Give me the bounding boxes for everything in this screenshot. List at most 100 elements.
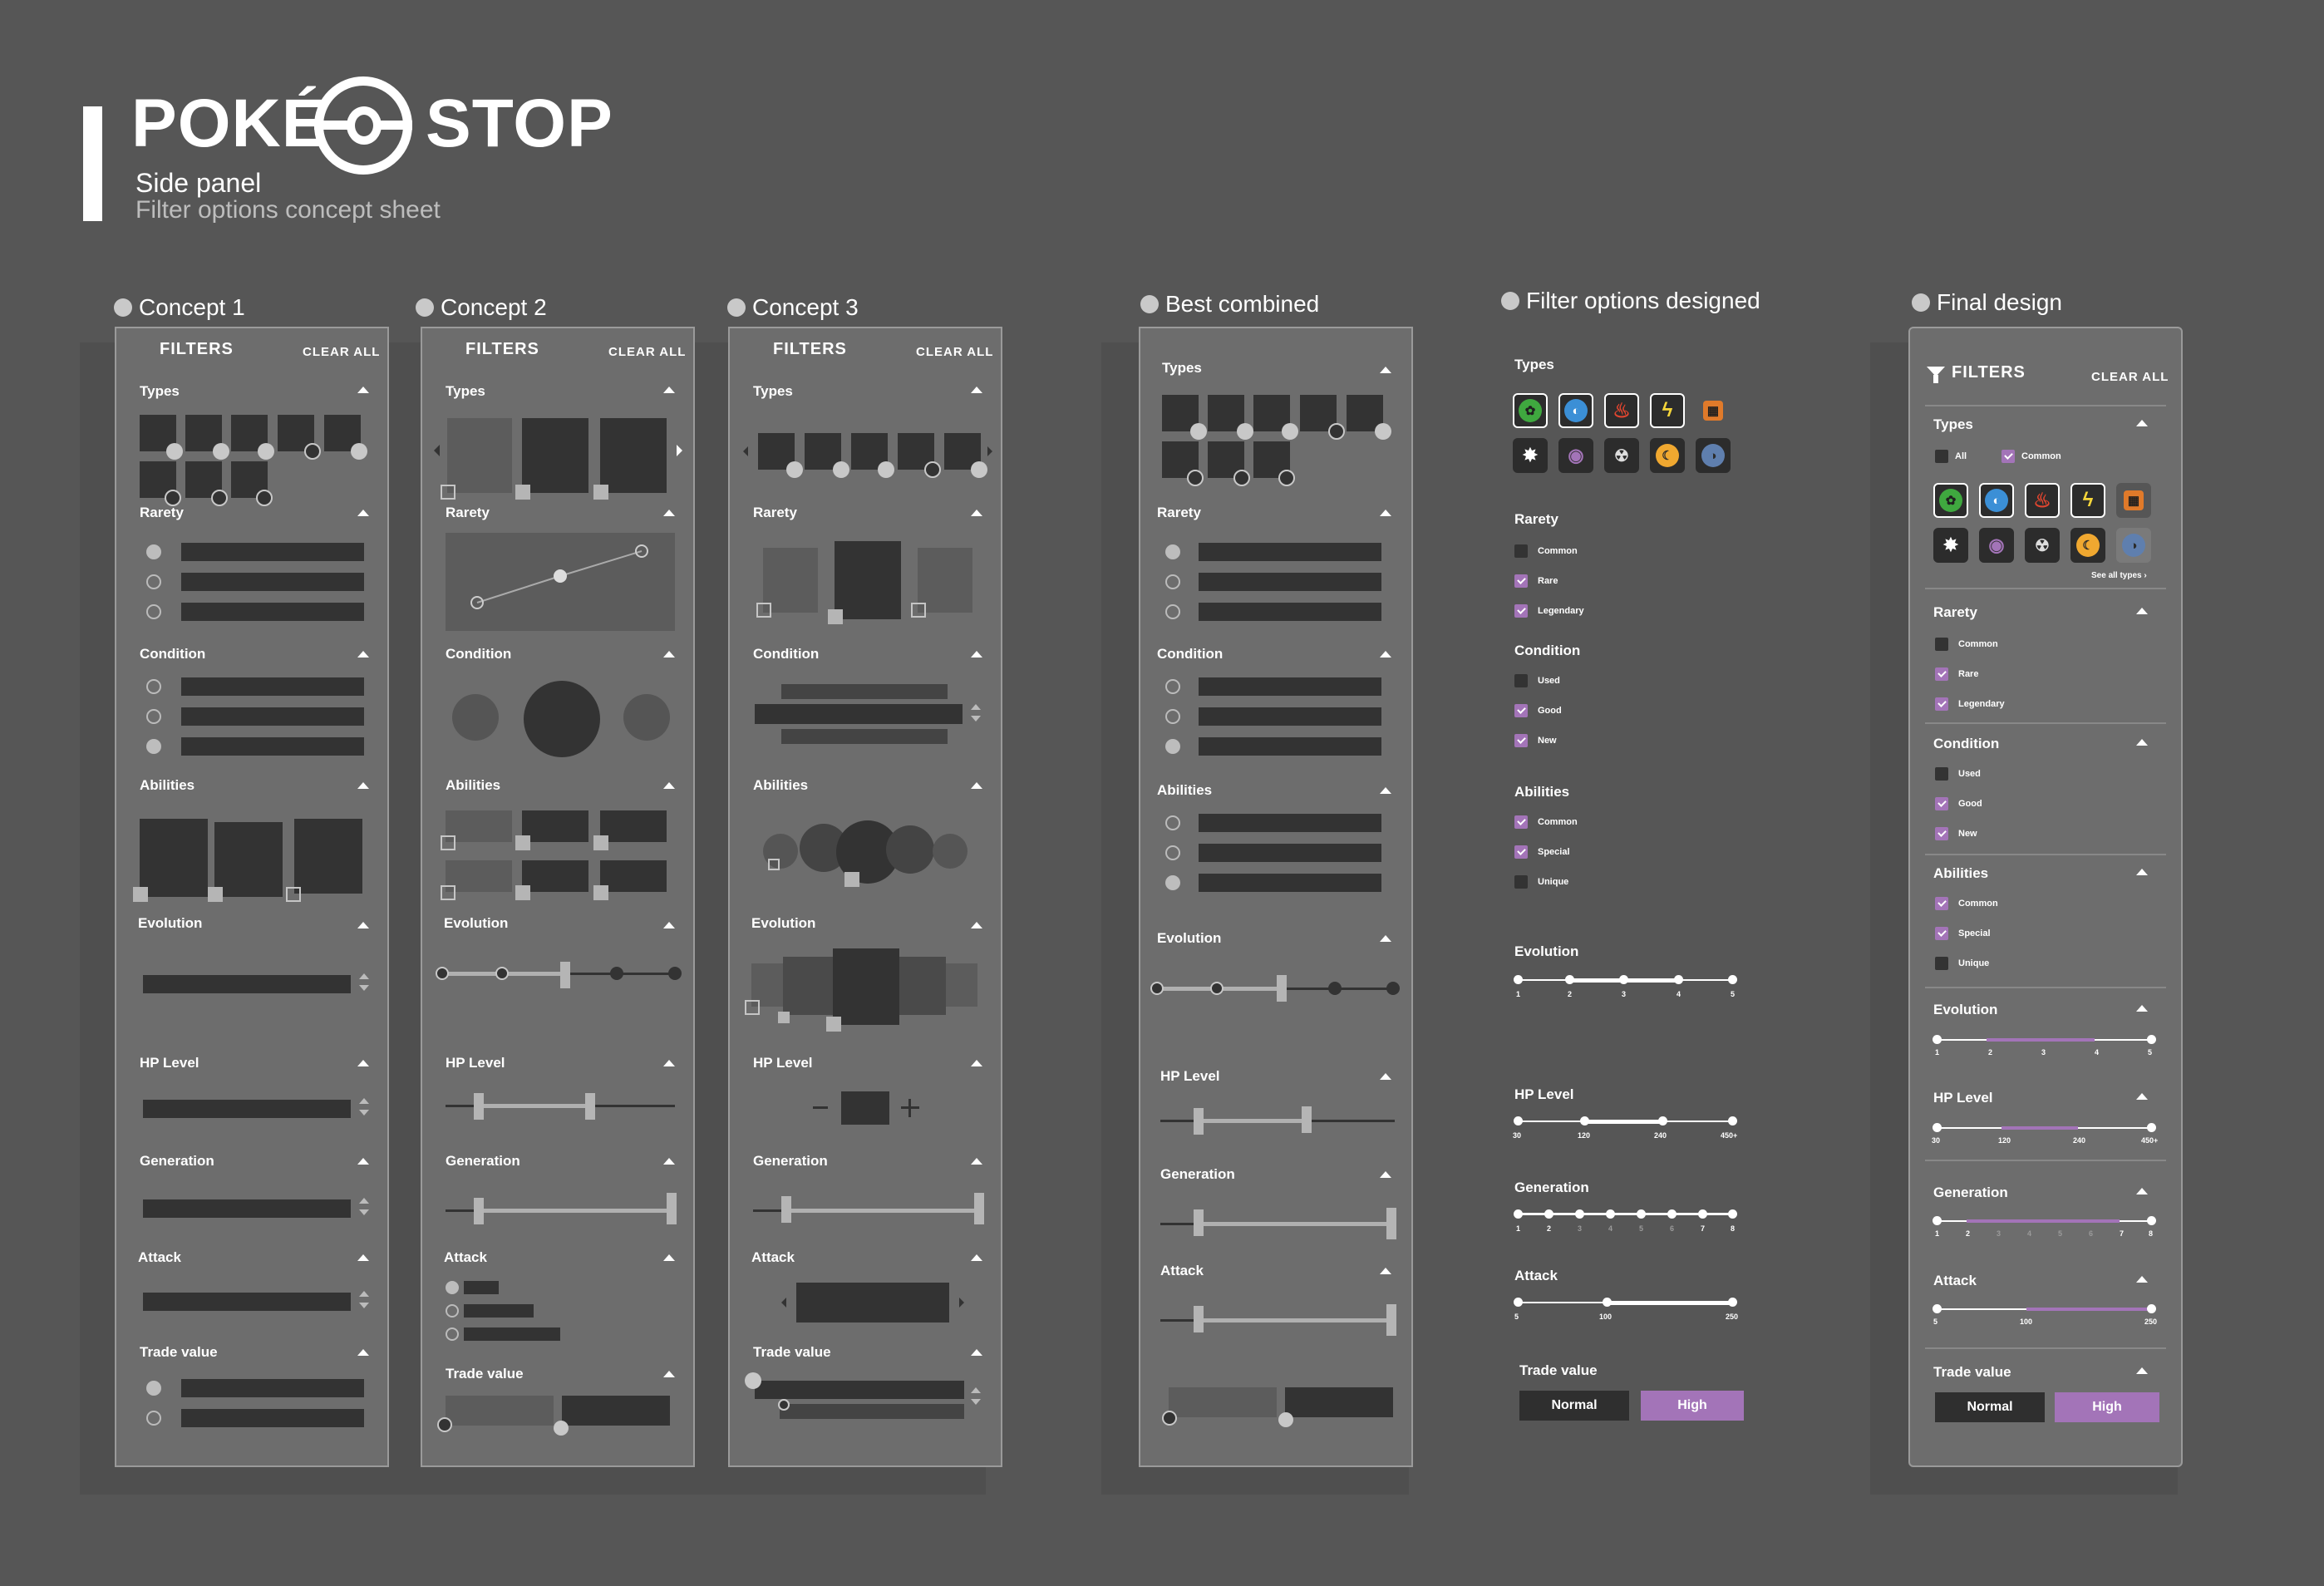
abilities-checkbox-common[interactable]: [1935, 897, 1948, 910]
evolution-stop[interactable]: [1728, 975, 1737, 984]
carousel-next-icon[interactable]: [987, 446, 992, 456]
water-type-icon[interactable]: ◐: [1558, 393, 1593, 428]
type-toggle[interactable]: [256, 490, 273, 506]
type-toggle[interactable]: [165, 490, 181, 506]
collapse-icon[interactable]: [2136, 420, 2148, 426]
abilities-checkbox-unique[interactable]: [1935, 957, 1948, 970]
type-tile[interactable]: [522, 418, 588, 493]
minus-icon[interactable]: [813, 1106, 828, 1109]
checkbox[interactable]: [515, 885, 530, 900]
hp-stop[interactable]: [1933, 1123, 1942, 1132]
clear-all-button[interactable]: CLEAR ALL: [2091, 370, 2169, 384]
generation-stop[interactable]: [1606, 1209, 1615, 1219]
generation-stop[interactable]: [2147, 1216, 2156, 1225]
radio[interactable]: [146, 544, 161, 559]
type-toggle[interactable]: [211, 490, 228, 506]
rarety-checkbox-rare[interactable]: [1514, 574, 1528, 588]
slider-thumb[interactable]: [974, 1193, 984, 1224]
checkbox[interactable]: [286, 887, 301, 902]
trade-option[interactable]: [562, 1396, 670, 1426]
trade-high-button[interactable]: High: [1641, 1391, 1744, 1421]
checkbox[interactable]: [745, 1000, 760, 1015]
type-toggle[interactable]: [351, 443, 367, 460]
collapse-icon[interactable]: [971, 387, 982, 393]
type-toggle[interactable]: [258, 443, 274, 460]
condition-option[interactable]: [524, 681, 600, 757]
trade-toggle[interactable]: [554, 1421, 569, 1436]
collapse-icon[interactable]: [357, 651, 369, 658]
collapse-icon[interactable]: [1380, 1073, 1391, 1080]
slider-stop[interactable]: [668, 967, 682, 980]
slider-thumb[interactable]: [1194, 1108, 1204, 1135]
type-toggle[interactable]: [786, 461, 803, 478]
collapse-icon[interactable]: [663, 782, 675, 789]
psychic-type-icon[interactable]: ◉: [1979, 528, 2014, 563]
ability-tile[interactable]: [294, 819, 362, 894]
trade-normal-button[interactable]: Normal: [1935, 1392, 2045, 1422]
carousel-next-icon[interactable]: [677, 445, 682, 456]
collapse-icon[interactable]: [971, 510, 982, 516]
checkbox[interactable]: [844, 872, 859, 887]
collapse-icon[interactable]: [663, 1254, 675, 1261]
collapse-icon[interactable]: [1380, 510, 1391, 516]
collapse-icon[interactable]: [357, 1254, 369, 1261]
collapse-icon[interactable]: [2136, 739, 2148, 746]
types-all-checkbox[interactable]: [1935, 450, 1948, 463]
trade-toggle[interactable]: [1162, 1411, 1177, 1426]
trade-option[interactable]: [755, 1381, 964, 1399]
ability-tile[interactable]: [600, 860, 667, 892]
checkbox[interactable]: [515, 835, 530, 850]
ability-tile[interactable]: [522, 810, 588, 842]
trade-option[interactable]: [1169, 1387, 1277, 1417]
radio[interactable]: [1165, 604, 1180, 619]
collapse-icon[interactable]: [357, 510, 369, 516]
generation-stop[interactable]: [1544, 1209, 1553, 1219]
trade-high-button[interactable]: High: [2055, 1392, 2159, 1422]
radio[interactable]: [146, 604, 161, 619]
dropdown-bar[interactable]: [143, 1293, 351, 1311]
generation-stop[interactable]: [1728, 1209, 1737, 1219]
collapse-icon[interactable]: [971, 1349, 982, 1356]
ability-bubble[interactable]: [933, 834, 968, 869]
clear-all-button[interactable]: CLEAR ALL: [303, 345, 380, 359]
attack-stop[interactable]: [1514, 1298, 1523, 1307]
slider-thumb[interactable]: [474, 1198, 484, 1224]
radio[interactable]: [1165, 815, 1180, 830]
hp-value-box[interactable]: [841, 1091, 889, 1125]
collapse-icon[interactable]: [663, 1060, 675, 1066]
clear-all-button[interactable]: CLEAR ALL: [916, 345, 993, 359]
radio[interactable]: [146, 574, 161, 589]
condition-checkbox-used[interactable]: [1935, 767, 1948, 781]
abilities-checkbox-common[interactable]: [1514, 815, 1528, 829]
type-toggle[interactable]: [1237, 423, 1253, 440]
slider-stop[interactable]: [1150, 982, 1164, 995]
collapse-icon[interactable]: [1380, 1171, 1391, 1178]
evolution-stop[interactable]: [1933, 1035, 1942, 1044]
type-tile[interactable]: [447, 418, 512, 493]
ability-bubble[interactable]: [886, 825, 934, 874]
collapse-icon[interactable]: [971, 1254, 982, 1261]
ability-tile[interactable]: [446, 810, 512, 842]
type-toggle[interactable]: [878, 461, 894, 478]
collapse-icon[interactable]: [2136, 869, 2148, 875]
grass-type-icon[interactable]: ✿: [1513, 393, 1548, 428]
rarety-checkbox-common[interactable]: [1514, 544, 1528, 558]
collapse-icon[interactable]: [1380, 367, 1391, 373]
slider-thumb[interactable]: [1302, 1106, 1312, 1133]
checkbox[interactable]: [441, 835, 455, 850]
condition-option[interactable]: [623, 694, 670, 741]
stepper-down-icon[interactable]: [359, 985, 369, 991]
condition-checkbox-good[interactable]: [1514, 704, 1528, 717]
checkbox[interactable]: [593, 485, 608, 500]
trade-normal-button[interactable]: Normal: [1519, 1391, 1629, 1421]
radio[interactable]: [446, 1327, 459, 1341]
collapse-icon[interactable]: [663, 651, 675, 658]
ability-tile[interactable]: [446, 860, 512, 892]
checkbox[interactable]: [593, 885, 608, 900]
slider-thumb[interactable]: [474, 1093, 484, 1120]
collapse-icon[interactable]: [357, 1158, 369, 1165]
stepper-down-icon[interactable]: [971, 716, 981, 722]
electric-type-icon[interactable]: ϟ: [1650, 393, 1685, 428]
slider-thumb[interactable]: [1277, 975, 1287, 1002]
trade-toggle[interactable]: [778, 1399, 790, 1411]
